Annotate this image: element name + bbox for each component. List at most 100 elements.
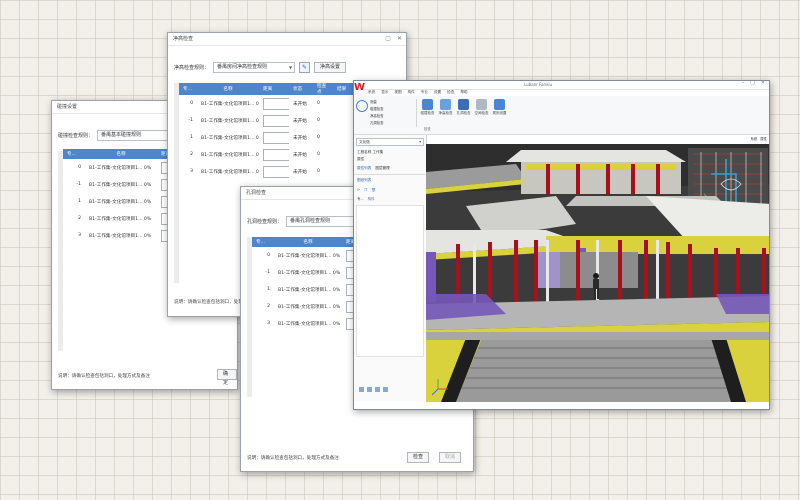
row-name: B1-工作集-文化馆项目1... 0%: [201, 101, 259, 107]
row-index: 1: [267, 287, 270, 292]
tab-layers[interactable]: 图层管理: [375, 166, 389, 171]
measure-tool[interactable]: [356, 100, 368, 112]
left-tool-group: 测量碰撞检查净高检查孔洞检查: [370, 99, 384, 125]
col-header: 专...: [179, 83, 197, 95]
row-index: 2: [267, 304, 270, 309]
row-index: 3: [78, 233, 81, 238]
check-tool-button[interactable]: 净高检查: [438, 99, 453, 116]
menu-item[interactable]: 系统: [368, 90, 375, 95]
check-tool-button[interactable]: 孔洞检查: [456, 99, 471, 116]
note-text: 说明：请确认检查包括洞口，处理方式及备注: [58, 374, 150, 379]
row-index: -1: [76, 182, 81, 187]
right-tabs: 系统 属性: [750, 136, 767, 141]
row-index: 1: [190, 135, 193, 140]
tab-properties[interactable]: 属性列表: [357, 166, 371, 171]
left-tool-item[interactable]: 测量: [370, 99, 384, 104]
cancel-button[interactable]: 取消: [439, 452, 462, 463]
menu-item[interactable]: 专业: [421, 90, 428, 95]
close-icon[interactable]: ✕: [761, 81, 765, 86]
tab-system[interactable]: 系统: [750, 136, 757, 141]
menu-item[interactable]: 视图: [394, 90, 401, 95]
edit-icon[interactable]: ✎: [299, 61, 311, 73]
distance-input[interactable]: [263, 165, 289, 178]
project-dropdown[interactable]: 文化馆 ▾: [356, 138, 424, 146]
check-tool-button[interactable]: 规则设置: [492, 99, 507, 116]
row-name: B1-工作集-文化馆项目1... 0%: [89, 182, 152, 188]
check-tool-icon: [476, 99, 487, 110]
group-caption: 检查: [424, 127, 431, 131]
nav-icon[interactable]: [359, 387, 364, 392]
app-title: Lubanr Fanxiu: [524, 82, 553, 87]
menu-item[interactable]: 构件: [408, 90, 415, 95]
check-button[interactable]: 检查: [407, 452, 430, 463]
nav-icon[interactable]: [383, 387, 388, 392]
copy-icon[interactable]: ❐: [364, 188, 367, 192]
menu-item[interactable]: 帮助: [460, 90, 467, 95]
row-name: B1-工作集-文化馆项目1... 0%: [278, 270, 341, 276]
status-cell: 未开始: [293, 101, 307, 107]
row-name: B1-工作集-文化馆项目1... 0%: [89, 233, 152, 239]
distance-input[interactable]: [263, 97, 289, 110]
restore-icon[interactable]: ▢: [385, 33, 391, 45]
distance-cell: [259, 112, 289, 129]
count-cell: 0: [317, 135, 320, 140]
count-cell: 0: [317, 101, 320, 106]
check-tool-button[interactable]: 空间检查: [474, 99, 489, 116]
rule-select[interactable]: 番禺房间净高检查规则 ▼: [213, 61, 296, 73]
rule-label: 净高检查规则：: [174, 64, 210, 71]
tab-component[interactable]: 构件: [368, 196, 375, 201]
refresh-icon[interactable]: ⟳: [357, 188, 360, 192]
row-name: B1-工作集-文化馆项目1... 0%: [278, 287, 341, 293]
check-tool-label: 孔洞检查: [456, 111, 471, 115]
menu-item[interactable]: 检查: [447, 90, 454, 95]
tab-discipline[interactable]: 专...: [357, 196, 364, 201]
confirm-button[interactable]: 确定: [217, 369, 237, 386]
check-tool-button[interactable]: 碰撞检查: [420, 99, 435, 116]
distance-input[interactable]: [263, 114, 289, 127]
clearance-settings-button[interactable]: 净高设置: [314, 61, 347, 73]
row-index: 3: [190, 169, 193, 174]
menu-item[interactable]: 显示: [381, 90, 388, 95]
left-tool-item[interactable]: 净高检查: [370, 113, 384, 118]
maximize-icon[interactable]: ▢: [750, 81, 755, 86]
distance-input[interactable]: [263, 148, 289, 161]
count-cell: 0: [317, 169, 320, 174]
ribbon: 测量 碰撞检查 净高检查 孔洞检查 碰撞检查 净高检查 孔洞检查 空间检查 规则设置 检查: [354, 96, 769, 135]
menu-item[interactable]: 设置: [434, 90, 441, 95]
close-icon[interactable]: ✕: [397, 33, 402, 45]
nav-icon[interactable]: [375, 387, 380, 392]
prop-row: 工程名称 工作集: [357, 150, 384, 154]
property-panel: 文化馆 ▾ 工程名称 工作集 属性 属性列表 图层管理 图纸列表 ⟳ ❐ 🗑 专.…: [354, 135, 427, 401]
left-tool-item[interactable]: 孔洞检查: [370, 120, 384, 125]
tab-attributes[interactable]: 属性: [760, 136, 767, 141]
dialog-title: 净高检查 ▢ ✕: [168, 33, 406, 46]
row-name: B1-工作集-文化馆项目1... 0%: [278, 321, 341, 327]
rule-label: 碰撞检查规则：: [58, 132, 94, 139]
row-name: B1-工作集-文化馆项目1... 0%: [201, 152, 259, 158]
nav-icon[interactable]: [367, 387, 372, 392]
col-header: 检查点: [313, 83, 333, 95]
col-header: 状态: [289, 83, 313, 95]
row-index: 0: [267, 253, 270, 258]
status-cell: 未开始: [293, 118, 307, 124]
left-tool-item[interactable]: 碰撞检查: [370, 106, 384, 111]
status-cell: 未开始: [293, 135, 307, 141]
row-name: B1-工作集-文化馆项目1... 0%: [201, 169, 259, 175]
col-header: 名称: [85, 149, 157, 159]
row-index: 1: [78, 199, 81, 204]
count-cell: 0: [317, 118, 320, 123]
minimize-icon[interactable]: –: [742, 81, 745, 86]
prop-row: 属性: [357, 157, 365, 161]
row-name: B1-工作集-文化馆项目1... 0%: [89, 216, 152, 222]
distance-input[interactable]: [263, 131, 289, 144]
row-index: -1: [188, 118, 193, 123]
row-name: B1-工作集-文化馆项目1... 0%: [201, 118, 259, 124]
distance-cell: [259, 95, 289, 112]
count-cell: 0: [317, 152, 320, 157]
delete-icon[interactable]: 🗑: [371, 188, 376, 192]
check-tool-label: 碰撞检查: [420, 111, 435, 115]
app-logo[interactable]: W: [354, 81, 365, 95]
3d-model-viewport[interactable]: [426, 144, 770, 402]
note-text: 说明：请确认检查包括洞口，处理方式及备注: [247, 456, 339, 461]
chevron-down-icon: ▼: [288, 64, 293, 70]
